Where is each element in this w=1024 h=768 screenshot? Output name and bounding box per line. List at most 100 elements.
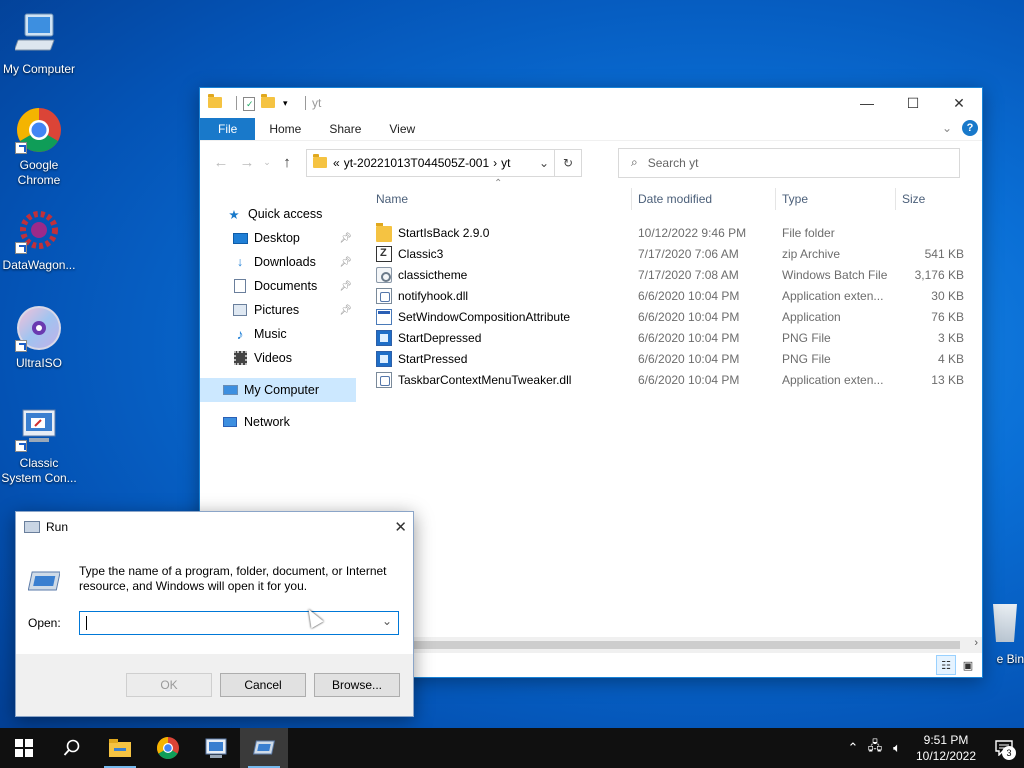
breadcrumb-item[interactable]: yt [501, 156, 510, 170]
file-size: 4 KB [937, 351, 964, 366]
file-row[interactable]: notifyhook.dll 6/6/2020 10:04 PM Applicati… [370, 285, 974, 306]
minimize-button[interactable]: — [844, 88, 890, 118]
file-name-cell: StartIsBack 2.9.0 [370, 223, 632, 242]
file-name-cell: classictheme [370, 266, 632, 283]
column-header-type[interactable]: Type [776, 188, 896, 210]
file-row[interactable]: classictheme 7/17/2020 7:08 AM Windows Bat… [370, 264, 974, 285]
pin-icon[interactable]: 📌︎ [339, 233, 352, 244]
recycle-bin-icon [993, 604, 1017, 642]
music-note-icon: ♪ [236, 326, 244, 342]
divider [236, 96, 237, 110]
expand-ribbon-icon[interactable]: ⌄ [942, 121, 952, 135]
clock[interactable]: 9:51 PM 10/12/2022 [908, 732, 984, 764]
run-title: Run [46, 520, 69, 534]
close-button[interactable]: ✕ [936, 88, 982, 118]
breadcrumb-item[interactable]: yt-20221013T044505Z-001 [344, 156, 489, 170]
nav-item-downloads[interactable]: ↓ Downloads 📌︎ [200, 250, 356, 274]
action-center-button[interactable]: 3 [984, 728, 1024, 768]
network-icon[interactable]: 🖧︎ [864, 737, 886, 759]
navigation-bar: ← → ⌄ ↑ « yt-20221013T044505Z-001 › yt ⌄… [200, 140, 982, 184]
file-row[interactable]: StartDepressed 6/6/2020 10:04 PM PNG File 3… [370, 327, 974, 348]
close-button[interactable]: ✕ [394, 518, 407, 536]
scroll-right-icon[interactable]: › [974, 637, 978, 649]
chevron-down-icon[interactable]: ⌄ [382, 614, 392, 628]
maximize-button[interactable]: ☐ [890, 88, 936, 118]
shortcut-arrow-icon [15, 440, 27, 452]
nav-item-my-computer[interactable]: My Computer [200, 378, 356, 402]
new-folder-icon[interactable] [261, 94, 277, 111]
taskbar-run[interactable] [240, 728, 288, 768]
chevron-down-icon[interactable]: ⌄ [539, 156, 549, 170]
search-box[interactable]: ⌕ Search yt [618, 147, 960, 178]
file-size: 76 KB [931, 309, 964, 324]
open-combobox[interactable]: ⌄ [79, 611, 399, 635]
nav-item-documents[interactable]: Documents 📌︎ [200, 274, 356, 298]
desktop-icon-label: My Computer [2, 62, 76, 76]
nav-item-label: Music [254, 327, 287, 341]
file-size: 3 KB [937, 330, 964, 345]
breadcrumb-overflow[interactable]: « [333, 156, 340, 170]
address-bar[interactable]: « yt-20221013T044505Z-001 › yt ⌄ ↻ [306, 148, 582, 177]
nav-item-quick-access[interactable]: ★ Quick access [200, 202, 356, 226]
cancel-button[interactable]: Cancel [220, 673, 306, 697]
taskbar-file-explorer[interactable] [96, 728, 144, 768]
taskbar: ⌃ 🖧︎ 🔈︎ 9:51 PM 10/12/2022 3 [0, 728, 1024, 768]
shortcut-arrow-icon [15, 242, 27, 254]
start-button[interactable] [0, 728, 48, 768]
desktop-icon-my-computer[interactable]: My Computer [0, 10, 78, 77]
tab-view[interactable]: View [375, 118, 429, 140]
file-row[interactable]: TaskbarContextMenuTweaker.dll 6/6/2020 10… [370, 369, 974, 390]
file-name: StartIsBack 2.9.0 [398, 225, 490, 240]
tab-share[interactable]: Share [315, 118, 375, 140]
desktop-icon-datawagon[interactable]: DataWagon... [0, 206, 78, 273]
desktop-icon-classic-system-control[interactable]: Classic System Con... [0, 404, 78, 486]
column-header-date[interactable]: Date modified [632, 188, 776, 210]
search-button[interactable] [48, 728, 96, 768]
up-arrow-icon[interactable]: ↑ [274, 154, 300, 171]
file-name: classictheme [398, 267, 468, 282]
back-arrow-icon[interactable]: ← [208, 154, 234, 171]
nav-item-videos[interactable]: Videos [200, 346, 356, 370]
details-view-icon[interactable]: ☷ [936, 655, 956, 675]
tab-home[interactable]: Home [255, 118, 315, 140]
forward-arrow-icon[interactable]: → [234, 154, 260, 171]
zip-icon [376, 245, 392, 262]
browse-button[interactable]: Browse... [314, 673, 400, 697]
column-header-name[interactable]: Name [370, 188, 632, 210]
nav-item-pictures[interactable]: Pictures 📌︎ [200, 298, 356, 322]
nav-item-desktop[interactable]: Desktop 📌︎ [200, 226, 356, 250]
nav-item-network[interactable]: Network [200, 410, 356, 434]
taskbar-classic-system-control[interactable] [192, 728, 240, 768]
chevron-up-icon[interactable]: ⌃ [842, 740, 864, 756]
file-row[interactable]: Classic3 7/17/2020 7:06 AM zip Archive 541 … [370, 243, 974, 264]
pin-icon[interactable]: 📌︎ [339, 257, 352, 268]
run-title-bar[interactable]: Run ✕ [16, 512, 413, 542]
file-row[interactable]: StartIsBack 2.9.0 10/12/2022 9:46 PM File … [370, 222, 974, 243]
file-row[interactable]: StartPressed 6/6/2020 10:04 PM PNG File 4 K… [370, 348, 974, 369]
volume-icon[interactable]: 🔈︎ [886, 740, 908, 756]
title-bar[interactable]: ✓ ▾ yt — ☐ ✕ [200, 88, 982, 118]
divider [305, 96, 306, 110]
file-name: StartDepressed [398, 330, 482, 345]
properties-icon[interactable]: ✓ [243, 96, 255, 111]
large-icons-view-icon[interactable]: ▣ [958, 655, 978, 675]
taskbar-chrome[interactable] [144, 728, 192, 768]
help-icon[interactable]: ? [962, 120, 978, 136]
desktop-icon-ultraiso[interactable]: UltraISO [0, 304, 78, 371]
refresh-button[interactable]: ↻ [554, 148, 582, 177]
file-list: ⌃ Name Date modified Type Size StartIsBa… [370, 178, 974, 637]
nav-item-music[interactable]: ♪ Music [200, 322, 356, 346]
column-header-size[interactable]: Size [896, 188, 968, 210]
desktop-icon-label: DataWagon... [2, 258, 76, 272]
file-row[interactable]: SetWindowCompositionAttribute 6/6/2020 10… [370, 306, 974, 327]
pin-icon[interactable]: 📌︎ [339, 305, 352, 316]
file-date: 6/6/2020 10:04 PM [638, 351, 740, 366]
ok-button[interactable]: OK [126, 673, 212, 697]
desktop-icon-google-chrome[interactable]: Google Chrome [0, 106, 78, 188]
tab-file[interactable]: File [200, 118, 256, 140]
pin-icon[interactable]: 📌︎ [339, 281, 352, 292]
desktop-icon-recycle-bin[interactable]: e Bin [984, 604, 1024, 666]
recent-locations-icon[interactable]: ⌄ [260, 157, 274, 168]
customize-toolbar-icon[interactable]: ▾ [283, 95, 293, 111]
chevron-right-icon[interactable]: › [493, 156, 497, 170]
